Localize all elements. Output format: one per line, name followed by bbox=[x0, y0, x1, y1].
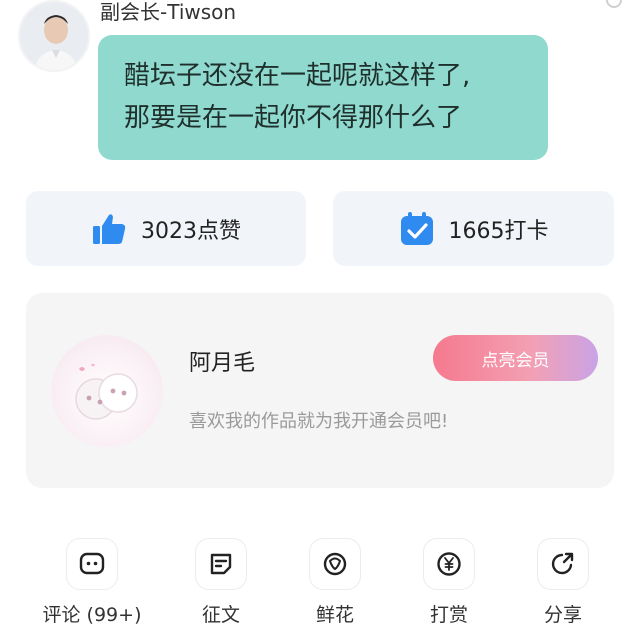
thumbs-up-icon bbox=[93, 213, 126, 244]
message-bubble: 醋坛子还没在一起呢就这样了, 那要是在一起你不得那什么了 bbox=[98, 35, 548, 160]
activate-member-button[interactable]: 点亮会员 bbox=[433, 335, 598, 381]
checkin-count: 1665打卡 bbox=[448, 218, 549, 244]
article-icon bbox=[195, 538, 247, 590]
like-count: 3023点赞 bbox=[141, 218, 241, 244]
like-button[interactable]: 3023点赞 bbox=[26, 191, 306, 266]
message-line: 醋坛子还没在一起呢就这样了, bbox=[124, 61, 471, 91]
calendar-check-icon bbox=[400, 211, 433, 245]
comment-label: 评论 (99+) bbox=[42, 604, 142, 626]
member-card: 阿月毛 喜欢我的作品就为我开通会员吧! 点亮会员 bbox=[26, 293, 614, 488]
creator-avatar[interactable] bbox=[51, 335, 163, 447]
reward-button[interactable]: 打赏 bbox=[399, 538, 499, 627]
message-line: 那要是在一起你不得那什么了 bbox=[124, 103, 463, 133]
flower-label: 鲜花 bbox=[315, 604, 354, 626]
share-icon bbox=[537, 538, 589, 590]
author-avatar[interactable] bbox=[18, 0, 90, 72]
comment-icon bbox=[66, 538, 118, 590]
author-name[interactable]: 副会长-Tiwson bbox=[100, 0, 236, 24]
yuan-coin-icon bbox=[423, 538, 475, 590]
reward-label: 打赏 bbox=[429, 604, 468, 626]
more-icon[interactable] bbox=[606, 0, 622, 8]
chat-bubbles-icon bbox=[75, 363, 138, 420]
share-label: 分享 bbox=[543, 604, 582, 626]
checkin-button[interactable]: 1665打卡 bbox=[333, 191, 614, 266]
essay-label: 征文 bbox=[201, 604, 240, 626]
flower-icon bbox=[309, 538, 361, 590]
flower-button[interactable]: 鲜花 bbox=[285, 538, 385, 627]
creator-name: 阿月毛 bbox=[189, 351, 256, 376]
essay-button[interactable]: 征文 bbox=[171, 538, 271, 627]
member-tip: 喜欢我的作品就为我开通会员吧! bbox=[189, 411, 449, 432]
comment-button[interactable]: 评论 (99+) bbox=[42, 538, 142, 627]
share-button[interactable]: 分享 bbox=[513, 538, 613, 627]
person-avatar-icon bbox=[20, 2, 88, 70]
